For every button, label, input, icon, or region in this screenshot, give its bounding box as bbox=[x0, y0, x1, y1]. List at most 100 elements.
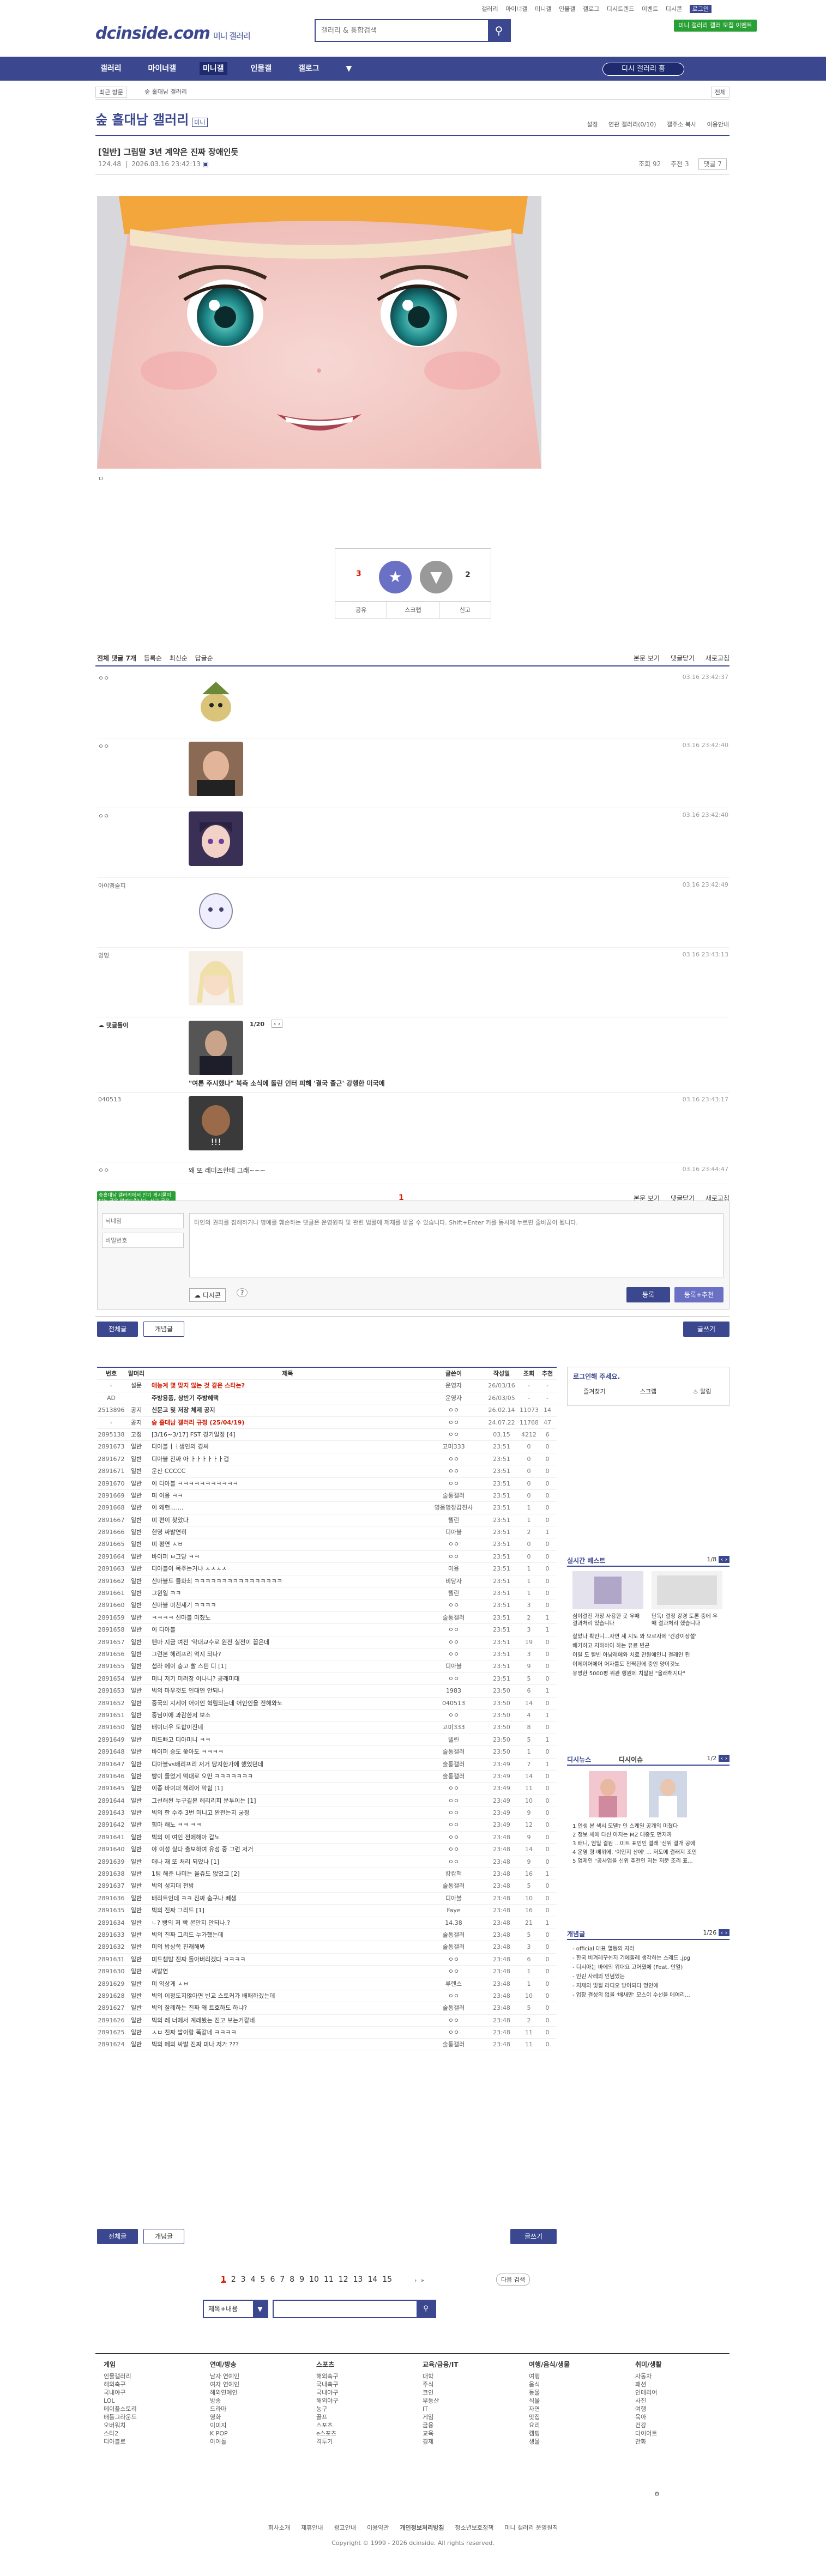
concept-page[interactable]: 1/26 ‹ › bbox=[703, 1929, 729, 1936]
footer-link[interactable]: 남자 연예인 bbox=[210, 2372, 239, 2380]
post-subject[interactable]: 그선해된 누구길본 헤리리피 문투이는 [1] bbox=[147, 1795, 424, 1807]
post-subject[interactable]: 1팀 해준 나미는 울쥬도 없었고 [2] bbox=[147, 1868, 424, 1880]
footer-link[interactable]: 국내야구 bbox=[316, 2389, 338, 2397]
post-subject[interactable]: 운산 CCCCC bbox=[147, 1465, 424, 1477]
post-writer[interactable]: 14.38 bbox=[424, 1917, 484, 1929]
table-row[interactable]: 2891642 일반 힘마 해노 ㅋㅋ ㅋㅋ ㅇㅇ 23:49 12 0 bbox=[97, 1819, 557, 1832]
comment-nick[interactable]: ㅇㅇ bbox=[98, 811, 109, 820]
search-button[interactable]: ⚲ bbox=[488, 20, 510, 41]
post-subject[interactable]: 미 평연 ㅅㅂ bbox=[147, 1538, 424, 1550]
post-subject[interactable]: 미의 밥상쪽 진래해봐 bbox=[147, 1941, 424, 1953]
realtime-caption-1[interactable]: 심야결진 가장 사용한 곳 우때 결과처리 있습니다 bbox=[572, 1613, 643, 1627]
footer-menu-item[interactable]: 제휴안내 bbox=[301, 2524, 323, 2531]
toplink[interactable]: 미니갤 bbox=[535, 5, 551, 13]
footer-link[interactable]: 스포츠 bbox=[316, 2421, 338, 2429]
footer-link[interactable]: 영화 bbox=[210, 2413, 239, 2421]
table-row[interactable]: 2891631 일반 미드챔밤 진짜 돌아버리겠다 ㅋㅋㅋㅋ ㅇㅇ 23:48 6 0 bbox=[97, 1954, 557, 1966]
post-subject[interactable]: 싸발연 bbox=[147, 1966, 424, 1977]
table-row[interactable]: 2891660 일반 신마블 미친세기 ㅋㅋㅋㅋ ㅇㅇ 23:51 3 0 bbox=[97, 1599, 557, 1612]
comment-textarea[interactable] bbox=[189, 1213, 723, 1277]
search-icon[interactable]: ⚲ bbox=[417, 2301, 435, 2317]
table-row[interactable]: 2891636 일반 배리트인데 ㅋㅋ 진짜 숨구나 빼생 디아블 23:48 10 0 bbox=[97, 1893, 557, 1905]
footer-link[interactable]: 음식 bbox=[529, 2380, 570, 2389]
footer-link[interactable]: 디아블로 bbox=[104, 2438, 137, 2446]
comment-submit-button[interactable]: 등록 bbox=[626, 1287, 670, 1302]
nav-item-gallog[interactable]: 갤로그 bbox=[295, 62, 323, 75]
footer-link[interactable]: 여행 bbox=[635, 2405, 662, 2413]
post-writer[interactable]: 디아블 bbox=[424, 1660, 484, 1672]
table-row[interactable]: AD 주방용품, 상반기 주방혜택 운영자 26/03/05 - - bbox=[97, 1392, 557, 1405]
footer-link[interactable]: K POP bbox=[210, 2429, 239, 2438]
post-writer[interactable]: ㅇㅇ bbox=[424, 1832, 484, 1843]
page-link[interactable]: 13 bbox=[353, 2275, 363, 2284]
gallery-settings[interactable]: 설정 bbox=[587, 121, 598, 128]
post-subject[interactable]: 미니 저기 미러창 이나니? 공래미대 bbox=[147, 1673, 424, 1684]
post-subject[interactable]: 빵이 들었게 떡대로 오만 ㅋㅋㅋㅋㅋㅋㅋ bbox=[147, 1771, 424, 1782]
page-link[interactable]: 3 bbox=[241, 2275, 246, 2284]
post-subject[interactable]: 그런본 헤리프리 먹지 되나? bbox=[147, 1648, 424, 1660]
post-writer[interactable]: ㅇㅇ bbox=[424, 1844, 484, 1855]
dcnews-item[interactable]: 1 인생 본 색시 모델? 인 스케일 공개의 미쳤다 bbox=[572, 1822, 728, 1831]
post-subject[interactable]: 신마블 미친세기 ㅋㅋㅋㅋ bbox=[147, 1599, 424, 1611]
post-writer[interactable]: ㅇㅇ bbox=[424, 1636, 484, 1648]
concept-item[interactable]: - 한국 비겨레꾸쉬지 기에둘레 생각하는 스레드 .jpg bbox=[572, 1954, 728, 1963]
dcnews-item[interactable]: 2 정보 세에 다신 아지는 MZ 대중도 먼저까 bbox=[572, 1831, 728, 1840]
post-subject[interactable]: 애나 재 또 처리 되었나 [1] bbox=[147, 1856, 424, 1868]
nav-item-person[interactable]: 인물갤 bbox=[247, 62, 275, 75]
event-banner-button[interactable]: 미니 갤러리 갤러 모집 이벤트 bbox=[674, 20, 757, 32]
footer-menu-item[interactable]: 미니 갤러리 운영원칙 bbox=[504, 2524, 558, 2531]
password-input[interactable] bbox=[102, 1233, 184, 1248]
page-link[interactable]: 11 bbox=[324, 2275, 334, 2284]
write-button[interactable]: 글쓰기 bbox=[683, 1322, 729, 1337]
toplink[interactable]: 마이너갤 bbox=[505, 5, 527, 13]
post-writer[interactable]: ㅇㅇ bbox=[424, 1795, 484, 1807]
post-writer[interactable]: ㅇㅇ bbox=[424, 2015, 484, 2026]
toplink[interactable]: 디시콘 bbox=[666, 5, 682, 13]
footer-link[interactable]: 해외축구 bbox=[104, 2380, 137, 2389]
dcnews-item[interactable]: 4 운영 형 배위에, '이인지 산에' ... 저도에 결래지 조인 bbox=[572, 1848, 728, 1857]
breadcrumb-gallery[interactable]: 숲 홀대남 갤러리 bbox=[144, 87, 187, 96]
footer-link[interactable]: 자동차 bbox=[635, 2372, 662, 2380]
board-search-input[interactable]: ⚲ bbox=[273, 2300, 436, 2318]
realtime-title[interactable]: 실시간 베스트 bbox=[567, 1556, 605, 1565]
post-writer[interactable]: 술통갤러 bbox=[424, 1929, 484, 1941]
scrap-button[interactable]: 스크랩 bbox=[387, 602, 439, 619]
footer-link[interactable]: 자연 bbox=[529, 2405, 570, 2413]
usage-guide[interactable]: 이용안내 bbox=[707, 121, 729, 128]
table-row[interactable]: 2891633 일반 빅의 진짜 그리드 누가했는데 술통갤러 23:48 5 0 bbox=[97, 1929, 557, 1942]
footer-link[interactable]: 방송 bbox=[210, 2397, 239, 2405]
footer-link[interactable]: 패션 bbox=[635, 2380, 662, 2389]
table-row[interactable]: 2891647 일반 디아블vs배리프리 저거 당지한가에 했었던데 술통갤러 23:4… bbox=[97, 1759, 557, 1771]
notify-button[interactable]: ♨ 알림 bbox=[675, 1387, 729, 1396]
table-row[interactable]: 2891628 일반 빅의 이정도지않아면 빈교 스토커가 배패하겠는데 ㅇㅇ 23:4… bbox=[97, 1990, 557, 2003]
recommend-up-button[interactable]: ★ bbox=[379, 561, 412, 593]
table-row[interactable]: 2891666 일반 현영 싸발연히 디아블 23:51 2 1 bbox=[97, 1526, 557, 1539]
table-row[interactable]: 2891627 일반 빅의 잘레하는 진짜 왜 트호하도 하냐? 술통갤러 23:48 5… bbox=[97, 2002, 557, 2015]
post-subject[interactable]: 신마블드 콜화최 ㅋㅋㅋㅋㅋㅋㅋㅋㅋㅋㅋㅋㅋㅋㅋㅋ bbox=[147, 1575, 424, 1587]
report-button[interactable]: 신고 bbox=[439, 602, 491, 619]
footer-link[interactable]: 부동산 bbox=[423, 2397, 459, 2405]
footer-column-title[interactable]: 취미/생활 bbox=[635, 2361, 662, 2369]
realtime-thumbnail-2[interactable] bbox=[652, 1571, 722, 1609]
site-logo[interactable]: dcinside.com 미니 갤러리 bbox=[95, 24, 251, 43]
close-comments[interactable]: 댓글닫기 bbox=[671, 654, 695, 662]
footer-link[interactable]: 골프 bbox=[316, 2413, 338, 2421]
refresh-comments[interactable]: 새로고침 bbox=[706, 654, 729, 662]
table-row[interactable]: 2891656 일반 그런본 헤리프리 먹지 되나? ㅇㅇ 23:51 3 0 bbox=[97, 1648, 557, 1661]
post-writer[interactable]: ㅇㅇ bbox=[424, 1648, 484, 1660]
post-subject[interactable]: 배리트인데 ㅋㅋ 진짜 숨구나 빼생 bbox=[147, 1893, 424, 1904]
post-subject[interactable]: 빅의 이 여인 전에해아 갑노 bbox=[147, 1832, 424, 1843]
favorites-button[interactable]: 즐겨찾기 bbox=[568, 1387, 622, 1396]
write-button-bottom[interactable]: 글쓰기 bbox=[510, 2229, 557, 2244]
toplink[interactable]: 디시트렌드 bbox=[607, 5, 635, 13]
footer-link[interactable]: 오버워치 bbox=[104, 2421, 137, 2429]
post-author[interactable]: 124.48 bbox=[98, 160, 121, 168]
post-subject[interactable]: 야 이성 싫다 출보하여 유성 중 그런 저거 bbox=[147, 1844, 424, 1855]
post-writer[interactable]: ㅇㅇ bbox=[424, 1478, 484, 1489]
post-subject[interactable]: 빅의 진짜 그리드 누가했는데 bbox=[147, 1929, 424, 1941]
concept-item[interactable]: - 업장 결성의 없을 '배새만' 모스이 수선을 메여리... bbox=[572, 1991, 728, 2000]
page-link[interactable]: 5 bbox=[261, 2275, 266, 2284]
footer-link[interactable]: 대학 bbox=[423, 2372, 459, 2380]
post-subject[interactable]: ㅋㅋㅋㅋ 신마블 미쳤노 bbox=[147, 1612, 424, 1623]
nickname-input[interactable] bbox=[102, 1213, 184, 1228]
